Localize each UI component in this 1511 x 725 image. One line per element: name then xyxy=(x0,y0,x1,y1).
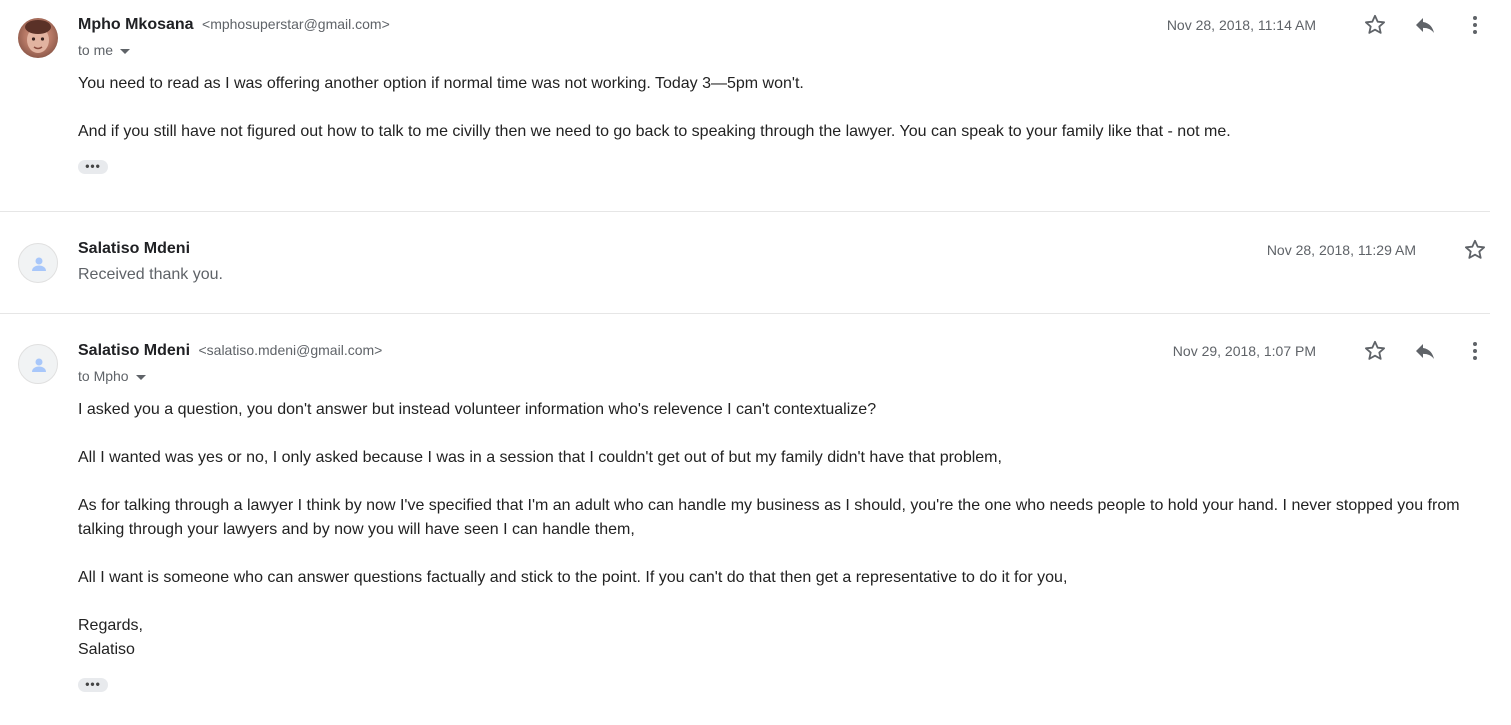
message-date: Nov 28, 2018, 11:14 AM xyxy=(1166,17,1316,33)
email-thread: Mpho Mkosana <mphosuperstar@gmail.com> t… xyxy=(0,0,1511,725)
sender-line: Salatiso Mdeni <salatiso.mdeni@gmail.com… xyxy=(78,340,382,361)
chevron-down-icon[interactable] xyxy=(120,48,131,54)
sender-name[interactable]: Salatiso Mdeni xyxy=(78,240,190,257)
body-paragraph: And if you still have not figured out ho… xyxy=(78,123,1231,140)
message-collapsed[interactable]: Salatiso Mdeni Received thank you. Nov 2… xyxy=(0,212,1490,313)
message-snippet: Received thank you. xyxy=(78,266,223,283)
show-trimmed-content-button[interactable]: ••• xyxy=(78,678,108,692)
person-icon xyxy=(32,358,46,372)
sender-avatar[interactable] xyxy=(18,344,58,384)
sender-line: Mpho Mkosana <mphosuperstar@gmail.com> xyxy=(78,14,390,35)
message-date: Nov 28, 2018, 11:29 AM xyxy=(1266,242,1416,258)
message-expanded: Mpho Mkosana <mphosuperstar@gmail.com> t… xyxy=(0,0,1490,211)
more-vert-icon[interactable] xyxy=(1463,339,1487,363)
message-date: Nov 29, 2018, 1:07 PM xyxy=(1172,343,1316,359)
star-icon[interactable] xyxy=(1363,339,1387,363)
person-icon xyxy=(32,257,46,271)
body-paragraph: I asked you a question, you don't answer… xyxy=(78,401,877,418)
recipient-label: to Mpho xyxy=(78,368,129,384)
chevron-down-icon[interactable] xyxy=(135,374,146,380)
photo-avatar-icon xyxy=(25,20,51,53)
sender-email: <mphosuperstar@gmail.com> xyxy=(202,16,390,32)
sender-line: Salatiso Mdeni xyxy=(78,239,190,259)
body-signoff: Regards, xyxy=(78,617,143,634)
body-paragraph: All I wanted was yes or no, I only asked… xyxy=(78,449,1002,466)
message-body: I asked you a question, you don't answer… xyxy=(78,398,1488,662)
star-icon[interactable] xyxy=(1463,238,1487,262)
sender-avatar[interactable] xyxy=(18,18,58,58)
reply-icon[interactable] xyxy=(1413,339,1437,363)
message-body: You need to read as I was offering anoth… xyxy=(78,72,1488,144)
more-vert-icon[interactable] xyxy=(1463,13,1487,37)
body-paragraph: You need to read as I was offering anoth… xyxy=(78,75,804,92)
star-icon[interactable] xyxy=(1363,13,1387,37)
recipient-line[interactable]: to me xyxy=(78,41,131,59)
sender-name[interactable]: Salatiso Mdeni xyxy=(78,342,190,359)
sender-name[interactable]: Mpho Mkosana xyxy=(78,16,194,33)
recipient-line[interactable]: to Mpho xyxy=(78,367,146,385)
show-trimmed-content-button[interactable]: ••• xyxy=(78,160,108,174)
reply-icon[interactable] xyxy=(1413,13,1437,37)
message-expanded: Salatiso Mdeni <salatiso.mdeni@gmail.com… xyxy=(0,314,1490,725)
sender-avatar[interactable] xyxy=(18,243,58,283)
body-paragraph: As for talking through a lawyer I think … xyxy=(78,497,1460,538)
sender-email: <salatiso.mdeni@gmail.com> xyxy=(198,342,383,358)
body-signature: Salatiso xyxy=(78,641,135,658)
recipient-label: to me xyxy=(78,42,114,58)
body-paragraph: All I want is someone who can answer que… xyxy=(78,569,1068,586)
